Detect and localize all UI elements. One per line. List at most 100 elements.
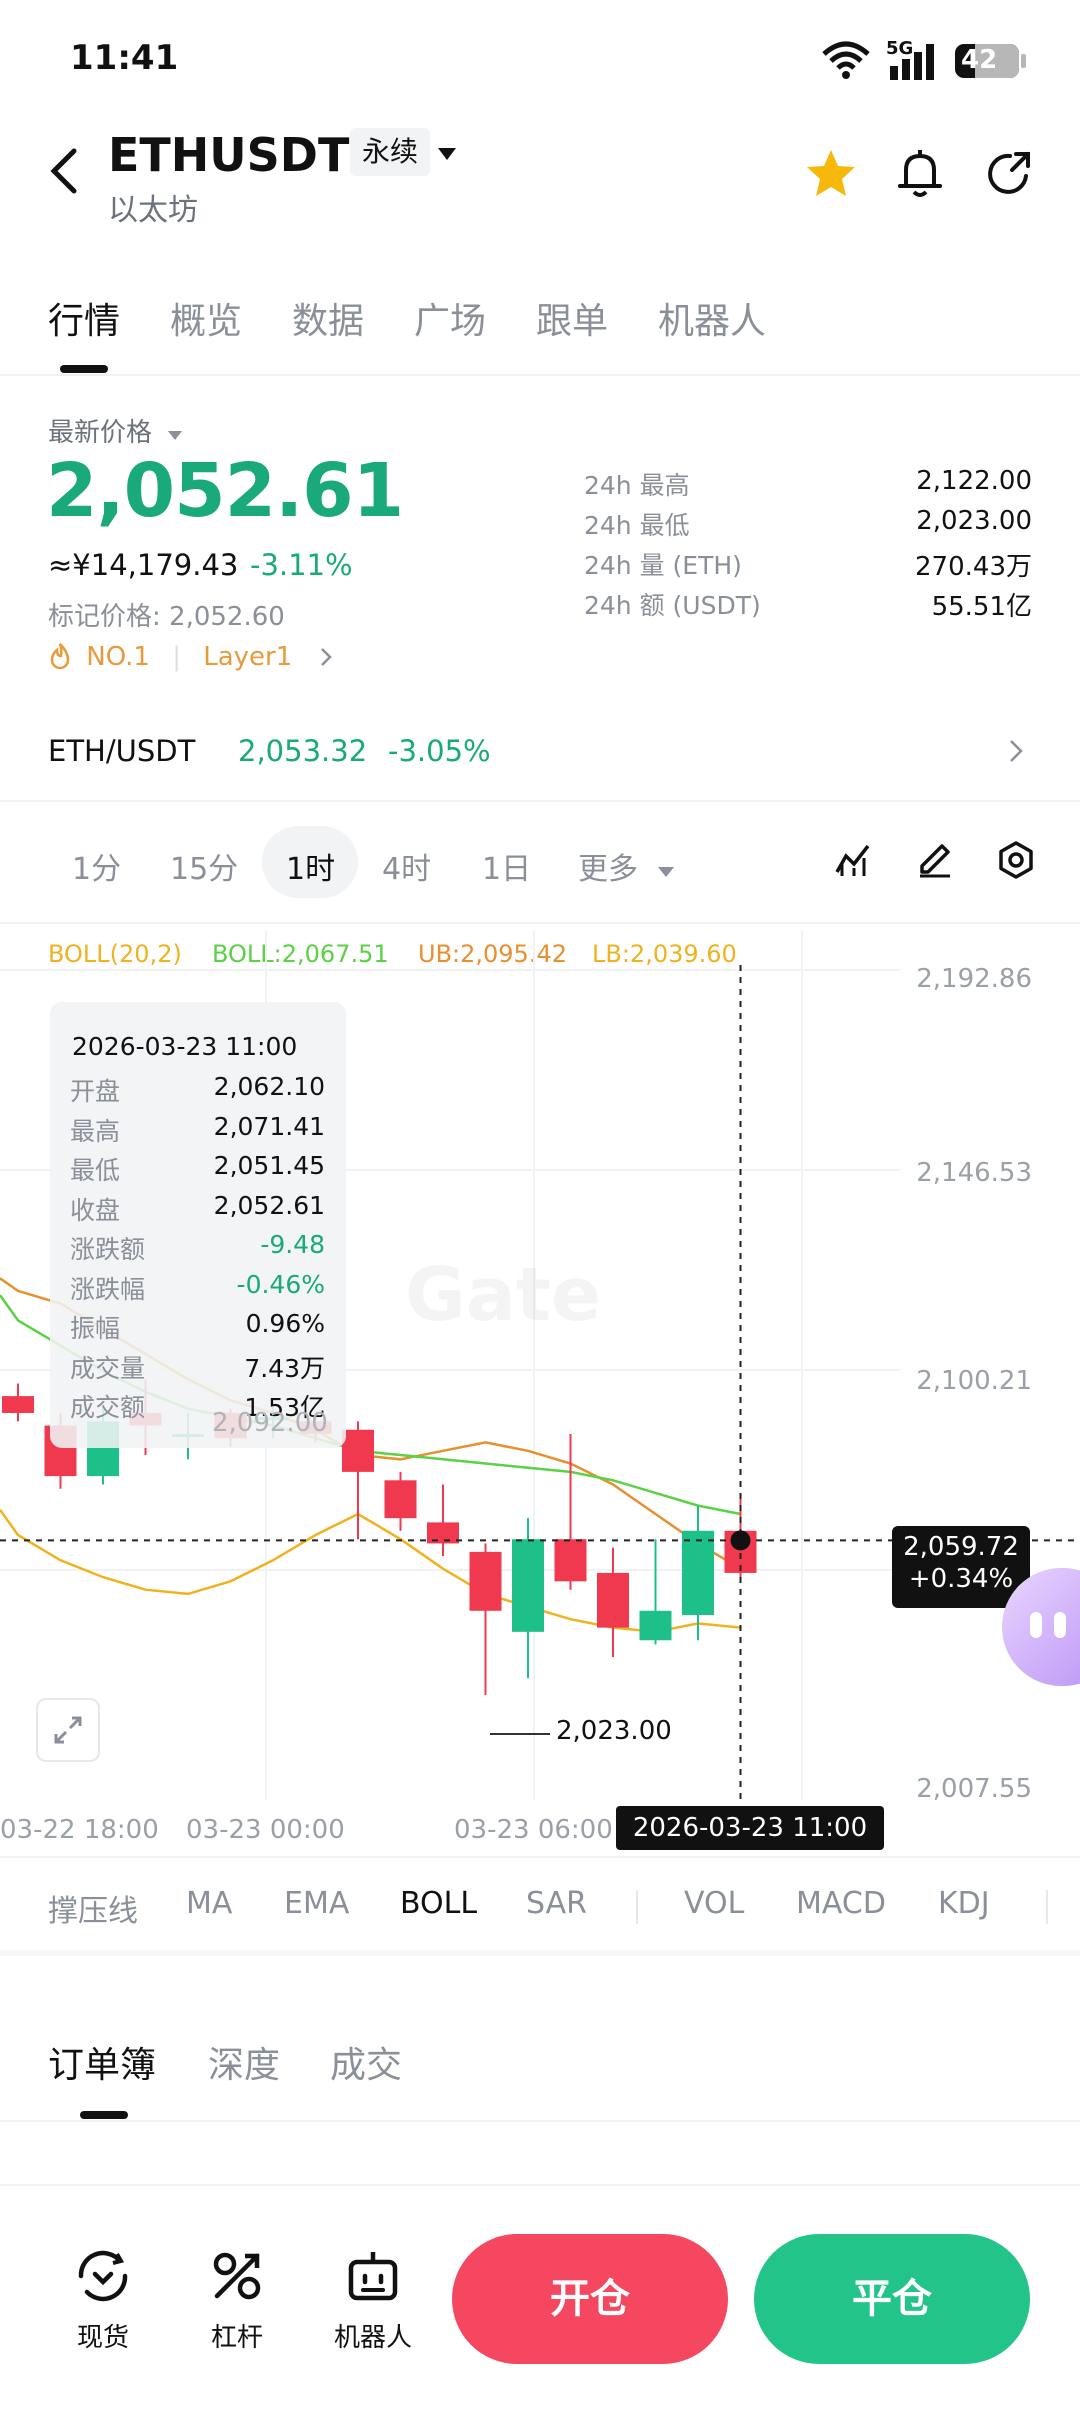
wifi-icon xyxy=(820,40,872,84)
book-tab-trades[interactable]: 成交 xyxy=(330,2036,402,2088)
favorite-star-icon[interactable] xyxy=(805,148,857,202)
indicator-ema[interactable]: EMA xyxy=(284,1886,349,1921)
tooltip-value: 2,052.61 xyxy=(213,1191,325,1220)
spot-price: 2,053.32 xyxy=(238,734,368,768)
fullscreen-button[interactable] xyxy=(36,1698,100,1762)
indicator-sar[interactable]: SAR xyxy=(526,1886,587,1921)
timeframe-1d[interactable]: 1日 xyxy=(482,844,531,888)
stat-label-amount: 24h 额 (USDT) xyxy=(584,591,761,620)
symbol-title[interactable]: ETHUSDT xyxy=(108,128,349,182)
leverage-icon xyxy=(213,2252,261,2300)
book-tab-depth[interactable]: 深度 xyxy=(208,2036,280,2088)
rank-tag[interactable]: NO.1 | Layer1 xyxy=(48,642,333,672)
fire-icon xyxy=(50,643,70,670)
signal-icon xyxy=(888,44,938,84)
spot-price-row[interactable]: ETH/USDT 2,053.32 -3.05% xyxy=(0,720,1080,784)
indicator-vol[interactable]: VOL xyxy=(684,1886,744,1921)
tooltip-label: 最高 xyxy=(70,1117,121,1146)
tooltip-value: -0.46% xyxy=(236,1270,325,1299)
indicator-kdj[interactable]: KDJ xyxy=(938,1886,990,1921)
candle-body xyxy=(554,1539,587,1582)
y-axis-label: 2,146.53 xyxy=(916,1158,1032,1188)
rank-tag-text: NO.1 xyxy=(86,642,150,672)
tab-bot[interactable]: 机器人 xyxy=(658,292,766,344)
tooltip-label: 开盘 xyxy=(70,1077,121,1106)
cursor-price-box: 2,059.72 +0.34% xyxy=(892,1526,1030,1608)
book-tab-orderbook[interactable]: 订单簿 xyxy=(48,2036,156,2088)
stat-label-low: 24h 最低 xyxy=(584,511,690,540)
x-axis-label: 03-22 18:00 xyxy=(0,1815,159,1845)
candle-body xyxy=(384,1480,417,1519)
open-position-label: 开仓 xyxy=(550,2276,630,2322)
open-position-button[interactable]: 开仓 xyxy=(452,2234,728,2364)
stat-label-volume: 24h 量 (ETH) xyxy=(584,551,742,580)
nav-bot[interactable]: 机器人 xyxy=(318,2248,428,2354)
tooltip-value: -9.48 xyxy=(260,1230,325,1259)
draw-tool-icon[interactable] xyxy=(916,842,954,882)
indicator-boll[interactable]: BOLL xyxy=(400,1886,477,1921)
indicator-support-resistance[interactable]: 撑压线 xyxy=(48,1886,138,1930)
timeframe-1h[interactable]: 1时 xyxy=(286,844,335,888)
indicator-macd[interactable]: MACD xyxy=(796,1886,886,1921)
book-tab-indicator xyxy=(80,2111,128,2119)
candle-body xyxy=(427,1522,459,1544)
tooltip-value: 2,062.10 xyxy=(213,1072,325,1101)
timeframe-4h[interactable]: 4时 xyxy=(382,844,431,888)
tooltip-label: 成交额 xyxy=(70,1393,146,1422)
stat-value-low: 2,023.00 xyxy=(916,506,1032,536)
nav-leverage[interactable]: 杠杆 xyxy=(182,2248,292,2354)
last-price-label[interactable]: 最新价格 xyxy=(48,412,184,449)
tag-separator: | xyxy=(172,642,181,672)
tooltip-value: 7.43万 xyxy=(244,1354,325,1383)
close-position-label: 平仓 xyxy=(852,2276,932,2322)
tab-square[interactable]: 广场 xyxy=(414,292,486,344)
low-marker-label: 2,023.00 xyxy=(556,1716,672,1746)
high-marker-label: 2,092.00 xyxy=(212,1408,328,1438)
stat-value-volume: 270.43万 xyxy=(915,552,1032,582)
share-icon[interactable] xyxy=(986,148,1034,202)
tab-copy-trading[interactable]: 跟单 xyxy=(536,292,608,344)
timeframe-more-label: 更多 xyxy=(578,852,638,887)
last-price: 2,052.61 xyxy=(46,448,404,534)
spot-pair: ETH/USDT xyxy=(48,734,196,768)
last-price-label-text: 最新价格 xyxy=(48,418,153,448)
chevron-down-icon xyxy=(657,867,674,877)
candle-body xyxy=(2,1396,34,1413)
cursor-price: 2,059.72 xyxy=(903,1532,1019,1562)
assistant-eye xyxy=(1030,1612,1042,1638)
tab-data[interactable]: 数据 xyxy=(292,292,364,344)
mark-price: 标记价格: 2,052.60 xyxy=(48,602,285,632)
contract-dropdown-icon[interactable] xyxy=(436,146,458,166)
x-axis-label: 03-23 06:00 xyxy=(454,1815,613,1845)
x-axis-label: 03-23 00:00 xyxy=(186,1815,345,1845)
nav-spot-label: 现货 xyxy=(76,2323,129,2353)
cny-price: ≈¥14,179.43 xyxy=(48,548,239,582)
candle-body xyxy=(342,1429,374,1472)
assistant-eye xyxy=(1054,1612,1066,1638)
status-time: 11:41 xyxy=(70,38,179,78)
change-percent: -3.11% xyxy=(250,548,353,582)
tab-active-indicator xyxy=(60,365,108,373)
nav-spot[interactable]: 现货 xyxy=(48,2248,158,2354)
bot-icon xyxy=(348,2252,398,2301)
candle-body xyxy=(597,1572,629,1628)
spot-divider xyxy=(0,800,1080,802)
timeframe-more[interactable]: 更多 xyxy=(578,844,676,888)
chart-settings-icon[interactable] xyxy=(996,840,1036,884)
timeframe-1m[interactable]: 1分 xyxy=(72,844,121,888)
tooltip-label: 收盘 xyxy=(70,1196,121,1225)
tab-overview[interactable]: 概览 xyxy=(170,292,242,344)
contract-type-badge[interactable]: 永续 xyxy=(350,128,431,176)
tooltip-value: 0.96% xyxy=(245,1309,325,1338)
indicator-ma[interactable]: MA xyxy=(186,1886,232,1921)
timeframe-15m[interactable]: 15分 xyxy=(170,844,238,888)
bell-icon[interactable] xyxy=(896,148,944,204)
tooltip-label: 振幅 xyxy=(70,1314,121,1343)
indicator-settings-icon[interactable] xyxy=(834,842,872,882)
indicator-separator xyxy=(636,1890,638,1924)
close-position-button[interactable]: 平仓 xyxy=(754,2234,1030,2364)
y-axis-label: 2,192.86 xyxy=(916,964,1032,994)
back-button[interactable] xyxy=(44,145,84,197)
contract-type-label: 永续 xyxy=(362,135,419,168)
tab-market[interactable]: 行情 xyxy=(48,292,120,344)
